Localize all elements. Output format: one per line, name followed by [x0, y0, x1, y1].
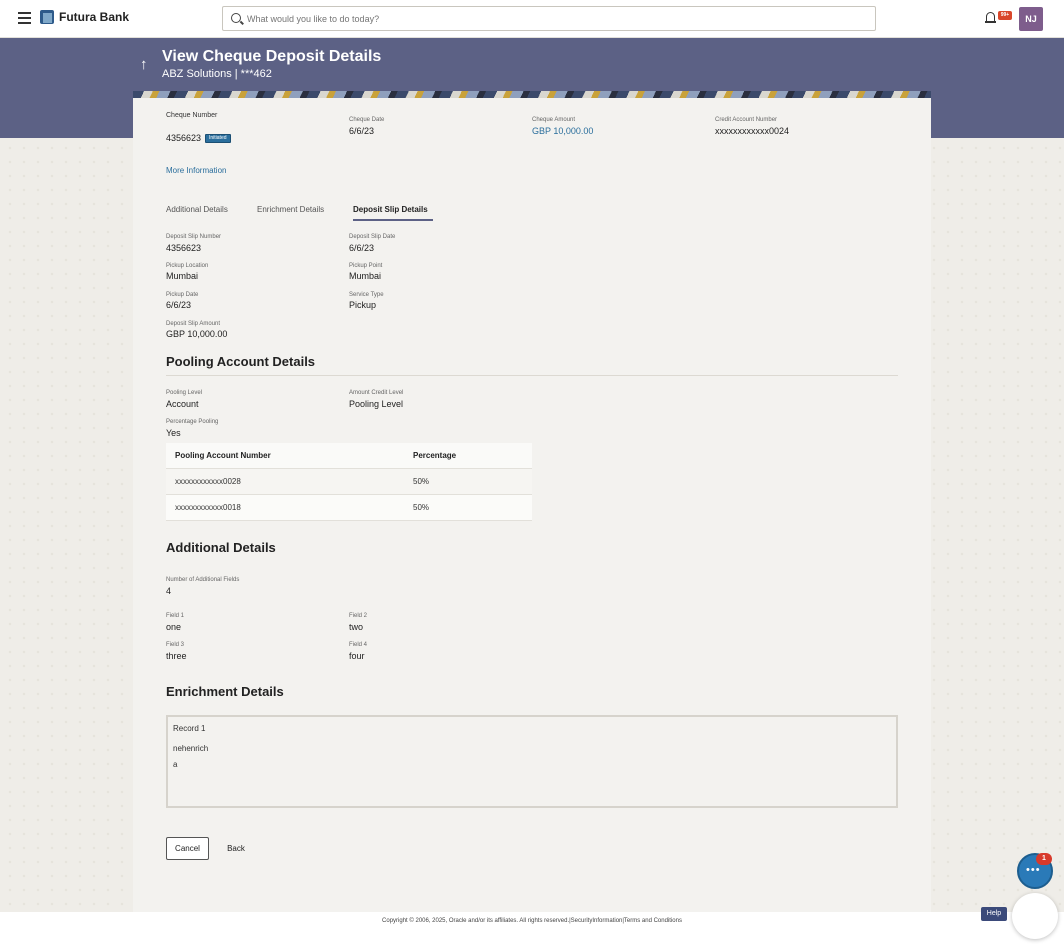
copyright-text: Copyright © 2006, 2025, Oracle and/or it…	[382, 918, 682, 924]
avatar[interactable]: NJ	[1019, 7, 1043, 31]
tab-additional-details[interactable]: Additional Details	[166, 205, 228, 214]
service-type-value: Pickup	[349, 300, 377, 310]
credit-account-value: xxxxxxxxxxxx0024	[715, 126, 790, 136]
credit-account-label: Credit Account Number	[715, 117, 778, 123]
notification-badge: 99+	[998, 11, 1012, 20]
record-line: a	[173, 760, 178, 769]
cheque-date-label: Cheque Date	[349, 117, 385, 123]
field2-label: Field 2	[349, 613, 368, 619]
section-divider	[166, 375, 898, 376]
bell-icon[interactable]	[985, 12, 996, 24]
deposit-slip-number-value: 4356623	[166, 243, 202, 253]
percentage-pooling-value: Yes	[166, 428, 181, 438]
page-subtitle: ABZ Solutions | ***462	[162, 68, 272, 80]
cheque-amount-label: Cheque Amount	[532, 117, 576, 123]
field2-value: two	[349, 622, 364, 632]
field3-value: three	[166, 651, 187, 661]
pooling-level-value: Account	[166, 399, 199, 409]
service-type-label: Service Type	[349, 292, 384, 298]
cheque-date-value: 6/6/23	[349, 126, 375, 136]
pooling-table: Pooling Account Number Percentage xxxxxx…	[166, 443, 532, 521]
field1-label: Field 1	[166, 613, 185, 619]
deposit-slip-amount-label: Deposit Slip Amount	[166, 321, 221, 327]
additional-count-label: Number of Additional Fields	[166, 577, 240, 583]
help-circle[interactable]	[1012, 893, 1058, 939]
back-button[interactable]: Back	[222, 837, 250, 860]
record-line: nehenrich	[173, 744, 209, 753]
pickup-location-value: Mumbai	[166, 271, 199, 281]
pickup-date-label: Pickup Date	[166, 292, 199, 298]
additional-count-value: 4	[166, 586, 172, 596]
help-button[interactable]: Help	[981, 907, 1007, 921]
pooling-account-cell: xxxxxxxxxxxx0018	[175, 503, 241, 512]
amount-credit-level-value: Pooling Level	[349, 399, 404, 409]
tab-enrichment-details[interactable]: Enrichment Details	[257, 205, 324, 214]
enrichment-record-box: Record 1 nehenrich a	[166, 715, 898, 808]
cancel-button[interactable]: Cancel	[166, 837, 209, 860]
field3-label: Field 3	[166, 642, 185, 648]
pickup-date-value: 6/6/23	[166, 300, 192, 310]
cheque-number-value: 4356623	[166, 133, 202, 143]
pooling-level-label: Pooling Level	[166, 390, 203, 396]
table-header: Pooling Account Number Percentage	[166, 443, 532, 469]
deposit-slip-amount-value: GBP 10,000.00	[166, 329, 228, 339]
decorative-strip	[133, 91, 931, 98]
deposit-slip-date-label: Deposit Slip Date	[349, 234, 396, 240]
search-icon	[231, 13, 241, 23]
menu-icon[interactable]	[18, 12, 31, 24]
percentage-cell: 50%	[413, 503, 430, 512]
record-title: Record 1	[173, 724, 206, 733]
back-arrow-icon[interactable]: ↑	[140, 57, 152, 73]
cheque-number-label: Cheque Number	[166, 112, 218, 119]
tab-deposit-slip-details[interactable]: Deposit Slip Details	[353, 205, 428, 214]
additional-section-title: Additional Details	[166, 540, 276, 555]
cheque-amount-value: GBP 10,000.00	[532, 126, 594, 136]
brand-logo[interactable]: Futura Bank	[40, 10, 129, 24]
deposit-slip-date-value: 6/6/23	[349, 243, 375, 253]
amount-credit-level-label: Amount Credit Level	[349, 390, 404, 396]
field4-value: four	[349, 651, 365, 661]
percentage-pooling-label: Percentage Pooling	[166, 419, 219, 425]
table-row: xxxxxxxxxxxx0018 50%	[166, 495, 532, 521]
pooling-account-cell: xxxxxxxxxxxx0028	[175, 477, 241, 486]
pickup-point-label: Pickup Point	[349, 263, 383, 269]
active-tab-indicator	[353, 219, 433, 221]
column-header: Pooling Account Number	[175, 451, 271, 460]
enrichment-section-title: Enrichment Details	[166, 684, 284, 699]
field4-label: Field 4	[349, 642, 368, 648]
search-bar[interactable]	[222, 6, 876, 31]
top-bar: Futura Bank 99+ NJ	[0, 0, 1064, 38]
bank-logo-icon	[40, 10, 54, 24]
chat-count-badge: 1	[1036, 853, 1052, 865]
field1-value: one	[166, 622, 182, 632]
pooling-section-title: Pooling Account Details	[166, 354, 316, 369]
more-information-link[interactable]: More Information	[166, 166, 226, 175]
deposit-slip-number-label: Deposit Slip Number	[166, 234, 222, 240]
table-row: xxxxxxxxxxxx0028 50%	[166, 469, 532, 495]
percentage-cell: 50%	[413, 477, 430, 486]
pickup-location-label: Pickup Location	[166, 263, 209, 269]
page-title: View Cheque Deposit Details	[162, 48, 382, 65]
search-input[interactable]	[247, 10, 847, 27]
pickup-point-value: Mumbai	[349, 271, 382, 281]
column-header: Percentage	[413, 451, 457, 460]
status-badge: Initiated	[205, 134, 231, 143]
brand-name: Futura Bank	[59, 10, 130, 24]
footer: Copyright © 2006, 2025, Oracle and/or it…	[0, 912, 1064, 944]
